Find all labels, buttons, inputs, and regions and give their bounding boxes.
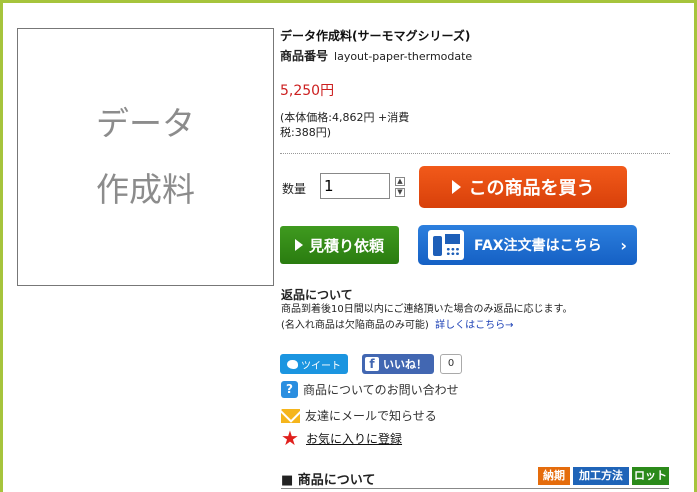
returns-title: 返品について: [281, 288, 353, 302]
inquiry-link[interactable]: ? 商品についてのお問い合わせ: [281, 381, 459, 398]
quote-request-button[interactable]: 見積り依頼: [280, 226, 399, 264]
product-title: データ作成料(サーモマグシリーズ): [280, 29, 471, 43]
question-icon: ?: [281, 381, 298, 398]
favorite-label: お気に入りに登録: [306, 432, 403, 446]
chevron-right-icon: ›: [620, 235, 627, 255]
stepper-down-icon[interactable]: ▼: [395, 188, 405, 197]
product-price: 5,250円: [280, 83, 335, 99]
favorite-link[interactable]: ★ お気に入りに登録: [281, 426, 403, 450]
tweet-label: ツイート: [301, 360, 341, 372]
tweet-button[interactable]: ツイート: [280, 354, 348, 374]
like-count: 0: [440, 354, 462, 374]
section-underline: [281, 488, 669, 489]
image-text-line1: データ: [96, 104, 195, 143]
product-code-row: 商品番号 layout-paper-thermodate: [280, 47, 472, 64]
play-triangle-icon: [451, 180, 461, 194]
inquiry-label: 商品についてのお問い合わせ: [303, 383, 459, 397]
twitter-bird-icon: [287, 359, 298, 369]
facebook-icon: f: [365, 357, 379, 371]
tag-deadline[interactable]: 納期: [538, 467, 570, 485]
tag-processing-method[interactable]: 加工方法: [573, 467, 629, 485]
facebook-like-button[interactable]: f いいね！: [362, 354, 434, 374]
share-mail-label: 友達にメールで知らせる: [305, 409, 437, 423]
image-text-line2: 作成料: [96, 170, 195, 209]
quantity-input[interactable]: [320, 173, 390, 199]
buy-button[interactable]: この商品を買う: [419, 166, 627, 208]
fax-order-button[interactable]: FAX注文書はこちら ›: [418, 225, 637, 265]
quote-button-label: 見積り依頼: [308, 236, 384, 255]
price-breakdown: (本体価格:4,862円 +消費税:388円): [280, 111, 410, 139]
buy-button-label: この商品を買う: [468, 178, 595, 199]
mail-icon: [281, 408, 300, 423]
product-code-value: layout-paper-thermodate: [334, 50, 473, 63]
returns-line2: (名入れ商品は欠陥商品のみ可能): [281, 320, 429, 331]
returns-line1: 商品到着後10日間以内にご連絡頂いた場合のみ返品に応じます。: [281, 304, 573, 315]
like-label: いいね！: [383, 358, 427, 371]
product-code-label: 商品番号: [280, 49, 329, 63]
returns-text: 商品到着後10日間以内にご連絡頂いた場合のみ返品に応じます。 (名入れ商品は欠陥…: [281, 302, 573, 334]
quantity-label: 数量: [282, 182, 307, 196]
fax-machine-icon: [428, 230, 464, 260]
returns-details-link[interactable]: 詳しくはこちら→: [435, 320, 513, 331]
fax-button-label: FAX注文書はこちら: [474, 238, 602, 254]
stepper-up-icon[interactable]: ▲: [395, 177, 405, 186]
tag-lot[interactable]: ロット: [632, 467, 669, 485]
divider: [280, 153, 670, 154]
share-mail-link[interactable]: 友達にメールで知らせる: [281, 407, 437, 424]
product-image-placeholder: データ 作成料: [17, 28, 274, 286]
star-icon: ★: [281, 426, 299, 450]
play-triangle-icon: [294, 239, 303, 251]
quantity-stepper[interactable]: ▲ ▼: [395, 177, 405, 197]
section-title: ■ 商品について: [281, 473, 376, 488]
